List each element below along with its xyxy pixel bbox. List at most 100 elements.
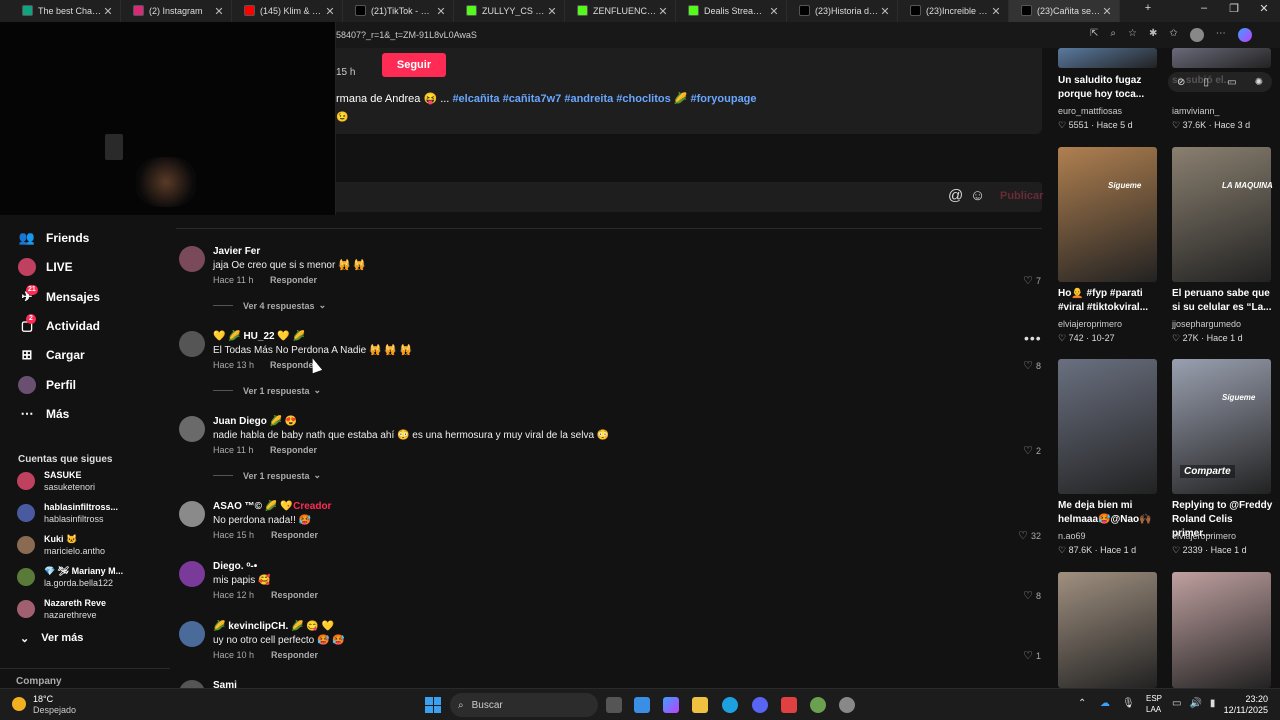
like-count[interactable]: ♡ 32 <box>1018 529 1041 542</box>
windows-start-icon[interactable] <box>425 697 441 713</box>
sidebar-item-live[interactable]: LIVE <box>18 258 73 276</box>
following-name[interactable]: hablasinfiltross... <box>44 502 118 512</box>
browser-tab[interactable]: (23)Cañita se encu✕ <box>1009 0 1120 22</box>
mic-icon[interactable]: 🎙 <box>1122 698 1135 709</box>
browser-tab[interactable]: (145) Klim & ZULLY✕ <box>232 0 343 22</box>
caption-hashtags[interactable]: #elcañita #cañita7w7 #andreita #choclito… <box>452 93 756 105</box>
see-more-link[interactable]: ⌄ Ver más <box>20 632 83 645</box>
minimize-button[interactable]: – <box>1194 2 1214 14</box>
avatar[interactable] <box>17 536 35 554</box>
video-title[interactable]: Ho🧑‍🦲 #fyp #parati #viral #tiktokviral..… <box>1058 287 1160 315</box>
maximize-button[interactable]: ❐ <box>1224 2 1244 15</box>
post-comment-button[interactable]: Publicar <box>1000 190 1043 202</box>
menu-icon[interactable]: ⋯ <box>1216 28 1226 42</box>
comment-author[interactable]: 💛 🌽 HU_22 💛 🌽 <box>213 331 305 342</box>
pip-icon[interactable]: ⊘ <box>1177 77 1185 88</box>
network-icon[interactable]: ▭ <box>1172 698 1181 709</box>
discord-icon[interactable] <box>752 697 768 713</box>
like-count[interactable]: ♡ 8 <box>1023 359 1041 372</box>
tab-close-icon[interactable]: ✕ <box>657 5 669 18</box>
lang-line2[interactable]: LAA <box>1146 705 1161 714</box>
url-text[interactable]: 58407?_r=1&_t=ZM-91L8vL0AwaS <box>336 30 477 40</box>
reply-button[interactable]: Responder <box>270 275 317 285</box>
sidebar-item-perfil[interactable]: Perfil <box>18 376 76 394</box>
video-title[interactable]: El peruano sabe que si su celular es “La… <box>1172 287 1274 315</box>
mention-icon[interactable]: @ <box>948 187 963 204</box>
tab-close-icon[interactable]: ✕ <box>990 5 1002 18</box>
avatar[interactable] <box>179 501 205 527</box>
clock-date[interactable]: 12/11/2025 <box>1220 705 1268 715</box>
video-author[interactable]: iamviviann_ <box>1172 106 1220 116</box>
avatar[interactable] <box>179 561 205 587</box>
favorites-icon[interactable]: ✩ <box>1169 28 1177 42</box>
follow-button[interactable]: Seguir <box>382 53 446 77</box>
tray-chevron-icon[interactable]: ⌃ <box>1078 698 1086 709</box>
video-thumbnail[interactable] <box>1058 147 1157 282</box>
video-author[interactable]: elviajeroprimero <box>1058 319 1122 329</box>
close-window-button[interactable]: ✕ <box>1254 2 1274 15</box>
avatar[interactable] <box>17 472 35 490</box>
star-icon[interactable]: ☆ <box>1128 28 1137 42</box>
tab-close-icon[interactable]: ✕ <box>102 5 114 18</box>
video-author[interactable]: jjosephargumedo <box>1172 319 1241 329</box>
reply-button[interactable]: Responder <box>271 590 318 600</box>
copilot-taskbar-icon[interactable] <box>663 697 679 713</box>
following-name[interactable]: Nazareth Reve <box>44 598 106 608</box>
like-count[interactable]: ♡ 8 <box>1023 589 1041 602</box>
tab-close-icon[interactable]: ✕ <box>768 5 780 18</box>
tab-close-icon[interactable]: ✕ <box>435 5 447 18</box>
like-count[interactable]: ♡ 1 <box>1023 649 1041 662</box>
comment-input[interactable] <box>336 182 1042 212</box>
video-author[interactable]: euro_mattfiosas <box>1058 106 1122 116</box>
settings-icon[interactable] <box>839 697 855 713</box>
company-link[interactable]: Company <box>16 676 62 687</box>
heart-icon[interactable]: ♡ <box>1023 359 1033 372</box>
edge-icon[interactable] <box>722 697 738 713</box>
tf-app-icon[interactable] <box>781 697 797 713</box>
emoji-icon[interactable]: ☺ <box>970 187 985 204</box>
video-thumbnail[interactable] <box>1172 572 1271 688</box>
profile-avatar[interactable] <box>1189 28 1204 42</box>
avatar[interactable] <box>179 331 205 357</box>
reply-button[interactable]: Responder <box>271 530 318 540</box>
like-count[interactable]: ♡ 7 <box>1023 274 1041 287</box>
video-preview-overlay[interactable] <box>0 22 336 215</box>
view-replies-button[interactable]: Ver 1 respuesta ⌄ <box>213 385 321 396</box>
browser-tab[interactable]: ZENFLUENCER Stre✕ <box>565 0 676 22</box>
extensions-icon[interactable]: ✱ <box>1149 28 1157 42</box>
new-tab-button[interactable]: + <box>1138 2 1158 14</box>
following-name[interactable]: 💎 🛩 Mariany M... <box>44 566 123 577</box>
comment-author[interactable]: Javier Fer <box>213 246 260 257</box>
tab-close-icon[interactable]: ✕ <box>213 5 225 18</box>
avatar[interactable] <box>17 568 35 586</box>
sidebar-item-más[interactable]: ⋯ Más <box>18 405 70 423</box>
store-icon[interactable] <box>634 697 650 713</box>
volume-icon[interactable]: 🔊 <box>1189 698 1201 709</box>
sidebar-item-friends[interactable]: 👥 Friends <box>18 229 89 247</box>
comment-author[interactable]: 🌽 kevinclipCH. 🌽 😋 💛 <box>213 621 334 632</box>
lang-line1[interactable]: ESP <box>1146 694 1162 703</box>
browser-tab[interactable]: (21)TikTok - Make Y✕ <box>343 0 454 22</box>
avatar[interactable] <box>179 621 205 647</box>
heart-icon[interactable]: ♡ <box>1018 529 1028 542</box>
sidebar-item-cargar[interactable]: ⊞ Cargar <box>18 346 85 364</box>
video-thumbnail[interactable] <box>1172 48 1271 68</box>
clock-time[interactable]: 23:20 <box>1220 694 1268 704</box>
battery-icon[interactable]: ▮ <box>1210 698 1216 709</box>
comment-author[interactable]: Juan Diego 🌽 😍 <box>213 416 297 427</box>
app-icon[interactable] <box>810 697 826 713</box>
comment-author[interactable]: ASAO ™© 🌽 💛 <box>213 501 293 512</box>
task-view-icon[interactable] <box>606 697 622 713</box>
following-name[interactable]: SASUKE <box>44 470 82 480</box>
comment-author[interactable]: Diego. ᵒ-• <box>213 561 257 572</box>
like-count[interactable]: ♡ 2 <box>1023 444 1041 457</box>
video-thumbnail[interactable] <box>1172 147 1271 282</box>
video-thumbnail[interactable] <box>1058 48 1157 68</box>
browser-tab[interactable]: The best ChatBot ai✕ <box>10 0 121 22</box>
video-author[interactable]: elviajeroprimero <box>1172 531 1236 541</box>
avatar[interactable] <box>17 600 35 618</box>
avatar[interactable] <box>179 416 205 442</box>
video-thumbnail[interactable] <box>1058 572 1157 688</box>
following-name[interactable]: Kuki 🐱 <box>44 534 77 545</box>
screenshot-icon[interactable]: ▭ <box>1227 77 1236 88</box>
